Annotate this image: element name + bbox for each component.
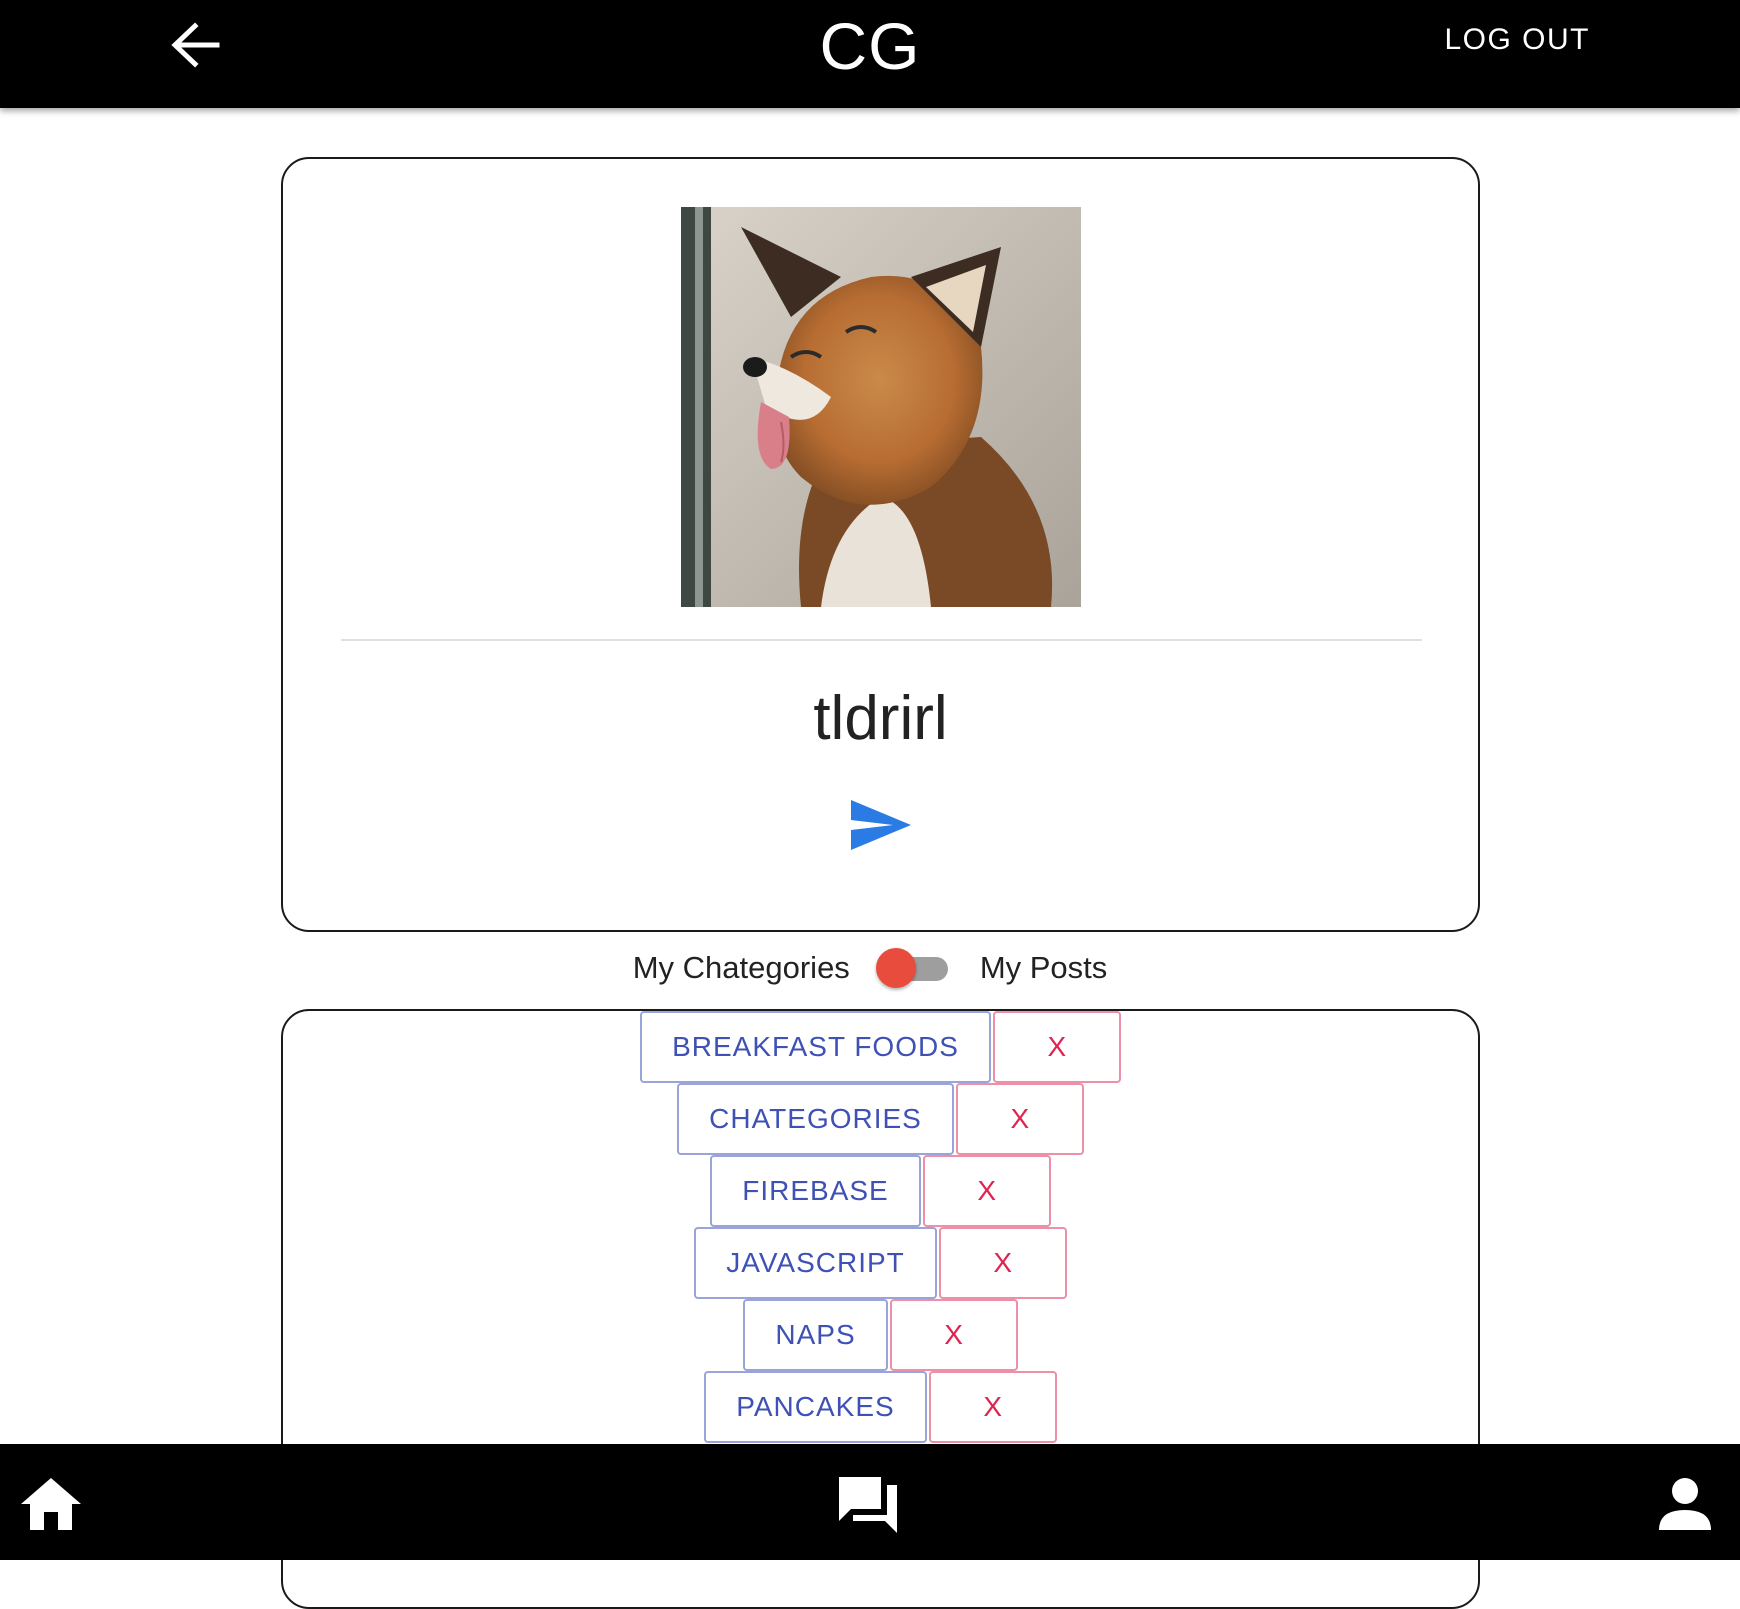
send-icon	[851, 800, 911, 850]
category-row: BREAKFAST FOODS X	[640, 1011, 1121, 1083]
category-list: BREAKFAST FOODS X CHATEGORIES X FIREBASE…	[283, 1011, 1478, 1443]
delete-category-button[interactable]: X	[922, 1155, 1051, 1227]
category-button[interactable]: NAPS	[743, 1299, 888, 1371]
nav-chat-button[interactable]	[833, 1472, 903, 1536]
toggle-label-posts: My Posts	[979, 950, 1108, 985]
top-app-bar: CG LOG OUT	[0, 0, 1740, 108]
category-button[interactable]: FIREBASE	[710, 1155, 921, 1227]
category-button[interactable]: BREAKFAST FOODS	[640, 1011, 991, 1083]
category-button[interactable]: CHATEGORIES	[677, 1083, 954, 1155]
logout-button[interactable]: LOG OUT	[1444, 18, 1590, 62]
bottom-navigation	[0, 1444, 1740, 1560]
profile-card: tldrirl	[281, 157, 1480, 932]
nav-profile-button[interactable]	[1650, 1472, 1720, 1536]
chat-icon	[839, 1477, 897, 1533]
person-icon	[1659, 1478, 1711, 1530]
card-divider	[341, 639, 1422, 641]
username: tldrirl	[813, 684, 948, 753]
delete-category-button[interactable]: X	[992, 1011, 1121, 1083]
delete-category-button[interactable]: X	[955, 1083, 1084, 1155]
back-button[interactable]	[160, 18, 230, 72]
category-row: FIREBASE X	[710, 1155, 1051, 1227]
category-row: NAPS X	[743, 1299, 1018, 1371]
delete-category-button[interactable]: X	[928, 1371, 1057, 1443]
category-button[interactable]: PANCAKES	[704, 1371, 927, 1443]
arrow-left-icon	[171, 22, 220, 68]
view-toggle-switch[interactable]	[875, 948, 948, 988]
avatar	[681, 207, 1081, 607]
home-icon	[21, 1478, 81, 1530]
category-row: JAVASCRIPT X	[694, 1227, 1067, 1299]
category-row: CHATEGORIES X	[677, 1083, 1084, 1155]
category-row: PANCAKES X	[704, 1371, 1057, 1443]
toggle-label-chategories: My Chategories	[632, 950, 850, 985]
send-button[interactable]	[845, 793, 917, 857]
delete-category-button[interactable]: X	[938, 1227, 1067, 1299]
switch-thumb	[875, 948, 916, 988]
category-button[interactable]: JAVASCRIPT	[694, 1227, 937, 1299]
nav-home-button[interactable]	[16, 1472, 86, 1536]
delete-category-button[interactable]: X	[889, 1299, 1018, 1371]
view-toggle-row: My Chategories My Posts	[0, 940, 1740, 996]
